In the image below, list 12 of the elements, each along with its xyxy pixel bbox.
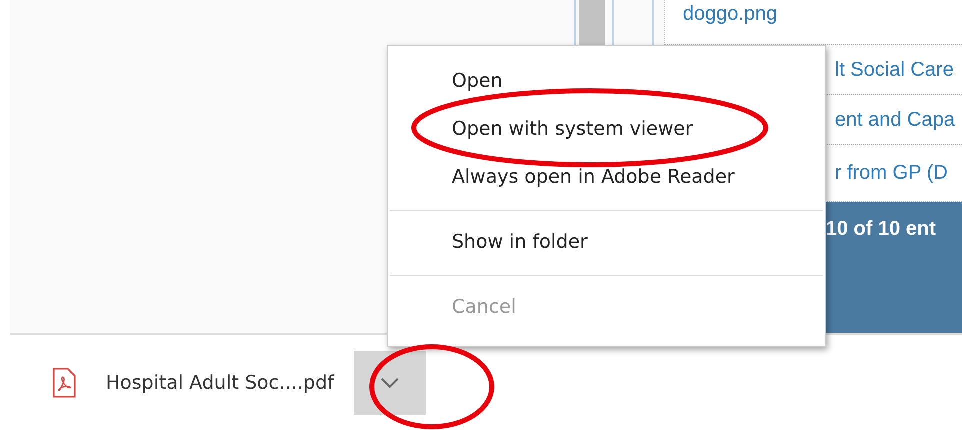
document-link[interactable]: r from GP (D	[835, 159, 948, 187]
menu-item[interactable]: Show in folder	[388, 219, 825, 267]
chevron-down-icon	[381, 378, 400, 388]
menu-item[interactable]: Always open in Adobe Reader	[388, 154, 825, 202]
pdf-file-icon	[52, 368, 76, 398]
download-menu-button[interactable]	[354, 351, 426, 415]
entries-count: 10 of 10 ent	[826, 218, 936, 240]
menu-item[interactable]: Open with system viewer	[388, 106, 825, 154]
download-file-name[interactable]: Hospital Adult Soc....pdf	[106, 372, 334, 394]
menu-item[interactable]: Open	[388, 58, 825, 106]
scrollbar-thumb[interactable]	[579, 0, 605, 45]
file-link[interactable]: doggo.png	[683, 0, 778, 28]
